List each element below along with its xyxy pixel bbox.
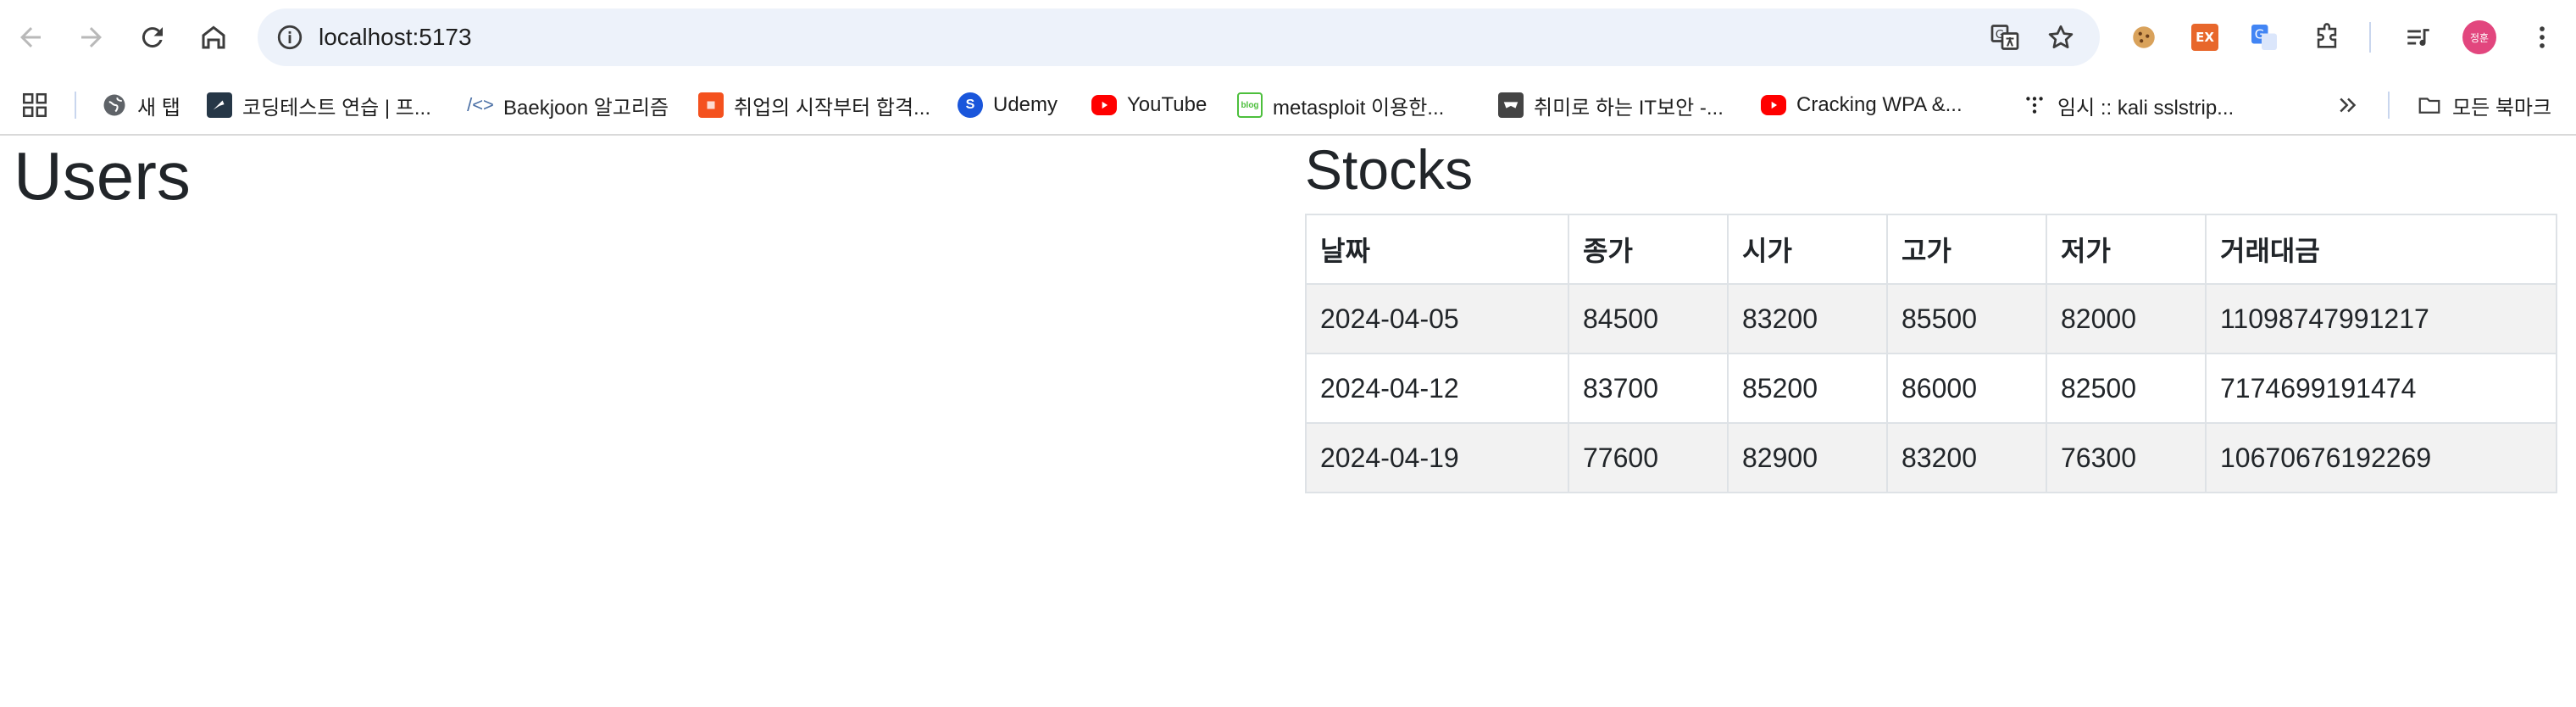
table-cell: 86000 — [1886, 353, 2047, 424]
table-cell: 2024-04-12 — [1305, 353, 1569, 424]
code-brackets-icon: /<> — [467, 94, 494, 115]
reload-button[interactable] — [127, 12, 178, 63]
column-header: 날짜 — [1305, 214, 1569, 285]
reload-icon — [142, 27, 163, 48]
bookmark-label: Cracking WPA &... — [1796, 93, 1963, 116]
apps-grid-icon[interactable] — [20, 75, 49, 136]
programmers-icon — [207, 92, 232, 118]
table-cell: 82500 — [2046, 353, 2207, 424]
table-cell: 85200 — [1727, 353, 1888, 424]
table-cell: 85500 — [1886, 283, 2047, 354]
page-content: Users Stocks 날짜 종가 시가 고가 저가 거래대금 2024-04… — [0, 137, 2576, 707]
bookmark-label: Udemy — [993, 93, 1058, 116]
table-cell: 10670676192269 — [2205, 422, 2557, 493]
youtube-icon — [1761, 95, 1786, 115]
double-chevron-right-icon — [2340, 97, 2357, 113]
home-button[interactable] — [188, 12, 239, 63]
tistory-icon — [2022, 92, 2047, 118]
bookmark-label: 새 탭 — [137, 96, 180, 120]
more-bookmarks-button[interactable] — [2335, 75, 2361, 136]
bookmark-label: 취업의 시작부터 합격... — [734, 96, 931, 120]
table-cell: 2024-04-19 — [1305, 422, 1569, 493]
column-header: 시가 — [1727, 214, 1888, 285]
orange-square-icon — [698, 92, 724, 118]
all-bookmarks-button[interactable]: 모든 북마크 — [2417, 75, 2551, 136]
bookmarks-bar: 새 탭 코딩테스트 연습 | 프... /<> Baekjoon 알고리즘 취업… — [0, 75, 2576, 136]
udemy-icon: S — [958, 92, 983, 118]
youtube-icon — [1091, 95, 1117, 115]
globe-icon — [102, 92, 127, 118]
bookmark-kali-sslstrip[interactable]: 임시 :: kali sslstrip... — [2022, 75, 2234, 136]
browser-toolbar: localhost:5173 G EX G 정훈 — [0, 0, 2576, 75]
folder-icon — [2417, 92, 2442, 118]
star-bookmark-icon[interactable] — [2042, 19, 2079, 56]
bookmark-new-tab[interactable]: 새 탭 — [102, 75, 180, 136]
ex-extension-label: EX — [2191, 24, 2218, 51]
table-cell: 82900 — [1727, 422, 1888, 493]
profile-initials: 정훈 — [2462, 20, 2496, 54]
table-header-row: 날짜 종가 시가 고가 저가 거래대금 — [1305, 214, 2557, 285]
site-info-icon[interactable] — [271, 19, 308, 56]
bookmark-udemy[interactable]: S Udemy — [958, 75, 1058, 136]
bookmark-job[interactable]: 취업의 시작부터 합격... — [698, 75, 930, 136]
table-cell: 83700 — [1568, 353, 1729, 424]
profile-avatar[interactable]: 정훈 — [2461, 19, 2498, 56]
bookmarks-divider — [2388, 92, 2390, 119]
bookmark-label: 모든 북마크 — [2452, 96, 2552, 120]
bookmark-label: metasploit 이용한... — [1273, 96, 1445, 120]
bookmark-youtube[interactable]: YouTube — [1091, 75, 1207, 136]
table-row: 2024-04-19 77600 82900 83200 76300 10670… — [1305, 422, 2557, 493]
bookmark-label: 임시 :: kali sslstrip... — [2057, 96, 2235, 120]
bookmark-label: 취미로 하는 IT보안 -... — [1534, 96, 1724, 120]
translate-icon[interactable]: G — [1986, 19, 2024, 56]
bookmark-it-security[interactable]: 취미로 하는 IT보안 -... — [1498, 75, 1724, 136]
cookie-extension-icon[interactable] — [2125, 19, 2162, 56]
stocks-heading: Stocks — [1305, 138, 1474, 201]
bookmark-programmers[interactable]: 코딩테스트 연습 | 프... — [207, 75, 431, 136]
table-cell: 7174699191474 — [2205, 353, 2557, 424]
bookmark-label: Baekjoon 알고리즘 — [503, 96, 669, 120]
google-translate-extension-icon[interactable]: G — [2246, 19, 2283, 56]
media-controls-icon[interactable] — [2400, 19, 2437, 56]
column-header: 거래대금 — [2205, 214, 2557, 285]
toolbar-divider — [2369, 22, 2371, 53]
arrow-right-icon — [81, 27, 102, 47]
bookmarks-divider — [75, 92, 76, 119]
arrow-left-icon — [20, 27, 41, 47]
mask-icon — [1498, 92, 1524, 118]
bookmark-cracking-wpa[interactable]: Cracking WPA &... — [1761, 75, 1963, 136]
table-cell: 84500 — [1568, 283, 1729, 354]
table-cell: 82000 — [2046, 283, 2207, 354]
table-cell: 76300 — [2046, 422, 2207, 493]
table-cell: 2024-04-05 — [1305, 283, 1569, 354]
table-cell: 11098747991217 — [2205, 283, 2557, 354]
ex-extension-icon[interactable]: EX — [2186, 19, 2223, 56]
column-header: 고가 — [1886, 214, 2047, 285]
address-bar[interactable]: localhost:5173 G — [258, 8, 2100, 66]
column-header: 저가 — [2046, 214, 2207, 285]
table-cell: 77600 — [1568, 422, 1729, 493]
table-row: 2024-04-05 84500 83200 85500 82000 11098… — [1305, 283, 2557, 354]
stocks-table: 날짜 종가 시가 고가 저가 거래대금 2024-04-05 84500 832… — [1305, 214, 2557, 493]
bookmark-label: YouTube — [1127, 93, 1208, 116]
menu-kebab-icon[interactable] — [2523, 19, 2561, 56]
home-icon — [202, 25, 225, 49]
extensions-puzzle-icon[interactable] — [2308, 19, 2346, 56]
back-button[interactable] — [5, 12, 56, 63]
forward-button[interactable] — [66, 12, 117, 63]
bookmark-label: 코딩테스트 연습 | 프... — [242, 96, 431, 120]
url-text[interactable]: localhost:5173 — [319, 8, 472, 66]
bookmark-metasploit[interactable]: blog metasploit 이용한... — [1237, 75, 1444, 136]
table-row: 2024-04-12 83700 85200 86000 82500 71746… — [1305, 353, 2557, 424]
table-cell: 83200 — [1886, 422, 2047, 493]
blog-icon: blog — [1237, 92, 1263, 118]
users-heading: Users — [14, 138, 191, 214]
table-cell: 83200 — [1727, 283, 1888, 354]
bookmark-baekjoon[interactable]: /<> Baekjoon 알고리즘 — [467, 75, 669, 136]
column-header: 종가 — [1568, 214, 1729, 285]
